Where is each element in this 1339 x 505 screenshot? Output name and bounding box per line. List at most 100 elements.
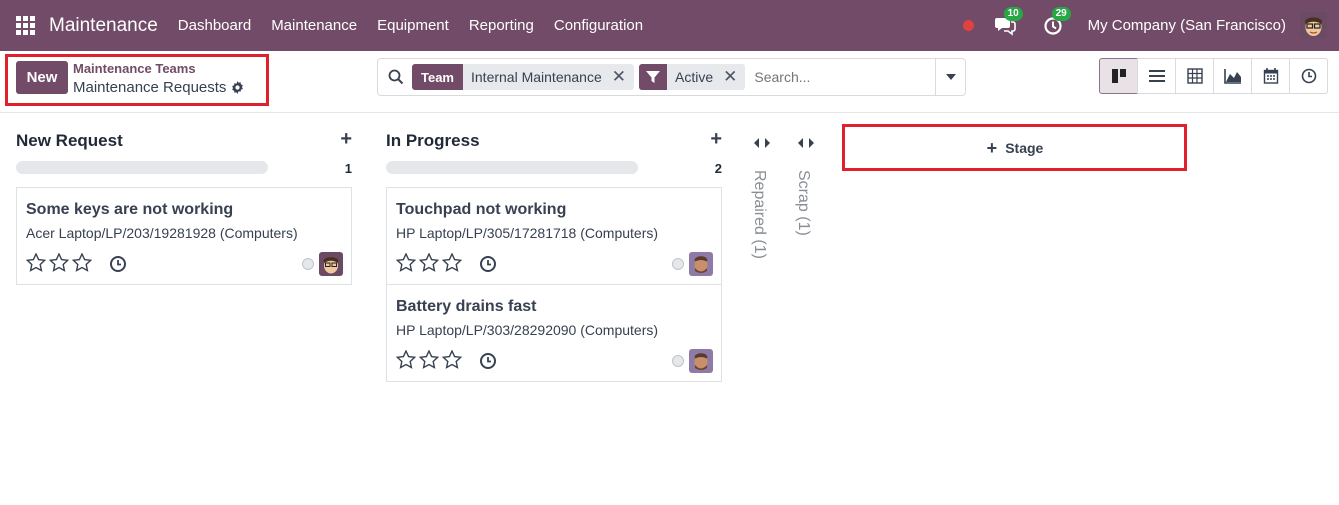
column-count: 2 (714, 161, 722, 176)
facet-filter-value-text: Active (675, 69, 714, 85)
quick-create-icon[interactable]: + (340, 128, 352, 151)
star-icon[interactable] (396, 350, 416, 369)
breadcrumb-maintenance-teams[interactable]: Maintenance Teams (73, 61, 196, 76)
avatar (319, 252, 343, 276)
kanban-card[interactable]: Touchpad not working HP Laptop/LP/305/17… (386, 187, 722, 285)
expand-arrows-icon[interactable] (752, 138, 772, 148)
calendar-icon (1263, 68, 1278, 84)
column-progress-bar[interactable] (386, 161, 638, 174)
facet-team-value: Internal Maintenance ✕ (463, 64, 635, 90)
avatar (689, 349, 713, 373)
kanban-state-indicator[interactable] (672, 355, 684, 367)
facet-team: Team Internal Maintenance ✕ (412, 64, 635, 90)
facet-team-value-text: Internal Maintenance (471, 69, 602, 85)
clock-icon (1301, 68, 1316, 84)
star-icon[interactable] (419, 253, 439, 272)
kanban-column-in-progress: In Progress + 2 Touchpad not working HP … (386, 114, 722, 382)
apps-menu-icon[interactable] (16, 15, 36, 36)
star-icon[interactable] (49, 253, 69, 272)
avatar (689, 252, 713, 276)
activity-view-button[interactable] (1289, 58, 1328, 94)
kanban-card[interactable]: Battery drains fast HP Laptop/LP/303/282… (386, 284, 722, 382)
search-options-toggle[interactable] (935, 59, 965, 95)
breadcrumb-current: Maintenance Requests (73, 79, 244, 96)
breadcrumb-current-label: Maintenance Requests (73, 79, 227, 96)
messages-badge: 10 (1003, 6, 1023, 21)
menu-equipment[interactable]: Equipment (377, 17, 449, 34)
status-dot-icon[interactable] (962, 20, 974, 31)
star-icon[interactable] (72, 253, 92, 272)
facet-filter-value: Active ✕ (667, 64, 746, 90)
company-switcher[interactable]: My Company (San Francisco) (1088, 17, 1286, 34)
pivot-view-button[interactable] (1175, 58, 1214, 94)
menu-dashboard[interactable]: Dashboard (178, 17, 251, 34)
menu-maintenance[interactable]: Maintenance (271, 17, 357, 34)
priority-stars[interactable] (26, 253, 95, 272)
column-count: 1 (344, 161, 352, 176)
add-stage-button[interactable]: + Stage (847, 129, 1183, 167)
column-header: New Request + (16, 114, 352, 166)
list-view-button[interactable] (1137, 58, 1176, 94)
kanban-column-new-request: New Request + 1 Some keys are not workin… (16, 114, 352, 285)
filter-icon (639, 64, 668, 90)
priority-stars[interactable] (396, 350, 465, 369)
activity-clock-icon[interactable] (109, 255, 127, 273)
activity-clock-icon[interactable] (479, 255, 497, 273)
menu-reporting[interactable]: Reporting (469, 17, 534, 34)
card-equipment: HP Laptop/LP/305/17281718 (Computers) (396, 225, 659, 241)
star-icon[interactable] (442, 350, 462, 369)
calendar-view-button[interactable] (1251, 58, 1290, 94)
column-progress-bar[interactable] (16, 161, 268, 174)
star-icon[interactable] (419, 350, 439, 369)
new-button[interactable]: New (16, 61, 68, 94)
search-bar: Team Internal Maintenance ✕ Active ✕ (377, 58, 966, 96)
card-equipment: HP Laptop/LP/303/28292090 (Computers) (396, 322, 659, 338)
column-title: In Progress (386, 131, 480, 150)
facet-filter: Active ✕ (639, 64, 746, 90)
caret-down-icon (945, 74, 956, 80)
add-stage-label: Stage (1005, 140, 1044, 156)
expand-arrows-icon[interactable] (796, 138, 816, 148)
graph-view-button[interactable] (1213, 58, 1252, 94)
quick-create-icon[interactable]: + (710, 128, 722, 151)
folded-column-scrap[interactable]: Scrap (1) (794, 138, 820, 338)
star-icon[interactable] (26, 253, 46, 272)
view-switcher (1099, 58, 1328, 94)
card-equipment: Acer Laptop/LP/203/19281928 (Computers) (26, 225, 298, 241)
user-avatar[interactable] (1300, 12, 1327, 39)
activity-clock-icon[interactable] (479, 352, 497, 370)
star-icon[interactable] (442, 253, 462, 272)
top-navbar: Maintenance Dashboard Maintenance Equipm… (0, 0, 1339, 51)
priority-stars[interactable] (396, 253, 465, 272)
column-header: In Progress + (386, 114, 722, 166)
messages-button[interactable]: 10 (992, 6, 1023, 39)
kanban-state-indicator[interactable] (302, 258, 314, 270)
list-icon (1148, 70, 1165, 82)
control-panel: New Maintenance Teams Maintenance Reques… (0, 51, 1339, 113)
folded-column-label: Scrap (1) (795, 170, 812, 236)
menu-configuration[interactable]: Configuration (554, 17, 643, 34)
star-icon[interactable] (396, 253, 416, 272)
app-name[interactable]: Maintenance (49, 15, 158, 37)
column-title: New Request (16, 131, 123, 150)
plus-icon: + (986, 137, 998, 158)
card-title: Some keys are not working (26, 201, 234, 218)
activities-badge: 29 (1051, 6, 1071, 21)
search-icon (388, 69, 404, 85)
card-title: Battery drains fast (396, 298, 537, 315)
remove-team-facet-icon[interactable]: ✕ (612, 68, 626, 85)
activities-button[interactable]: 29 (1040, 6, 1071, 39)
remove-filter-facet-icon[interactable]: ✕ (723, 68, 737, 85)
folded-column-label: Repaired (1) (751, 170, 768, 259)
search-input[interactable] (754, 64, 935, 90)
card-title: Touchpad not working (396, 201, 567, 218)
gear-icon[interactable] (231, 81, 244, 94)
kanban-board: New Request + 1 Some keys are not workin… (0, 114, 1339, 505)
kanban-icon (1111, 69, 1126, 83)
kanban-view-button[interactable] (1099, 58, 1138, 94)
facet-team-label: Team (412, 64, 463, 90)
kanban-card[interactable]: Some keys are not working Acer Laptop/LP… (16, 187, 352, 285)
kanban-state-indicator[interactable] (672, 258, 684, 270)
folded-column-repaired[interactable]: Repaired (1) (750, 138, 776, 338)
table-icon (1186, 68, 1203, 84)
